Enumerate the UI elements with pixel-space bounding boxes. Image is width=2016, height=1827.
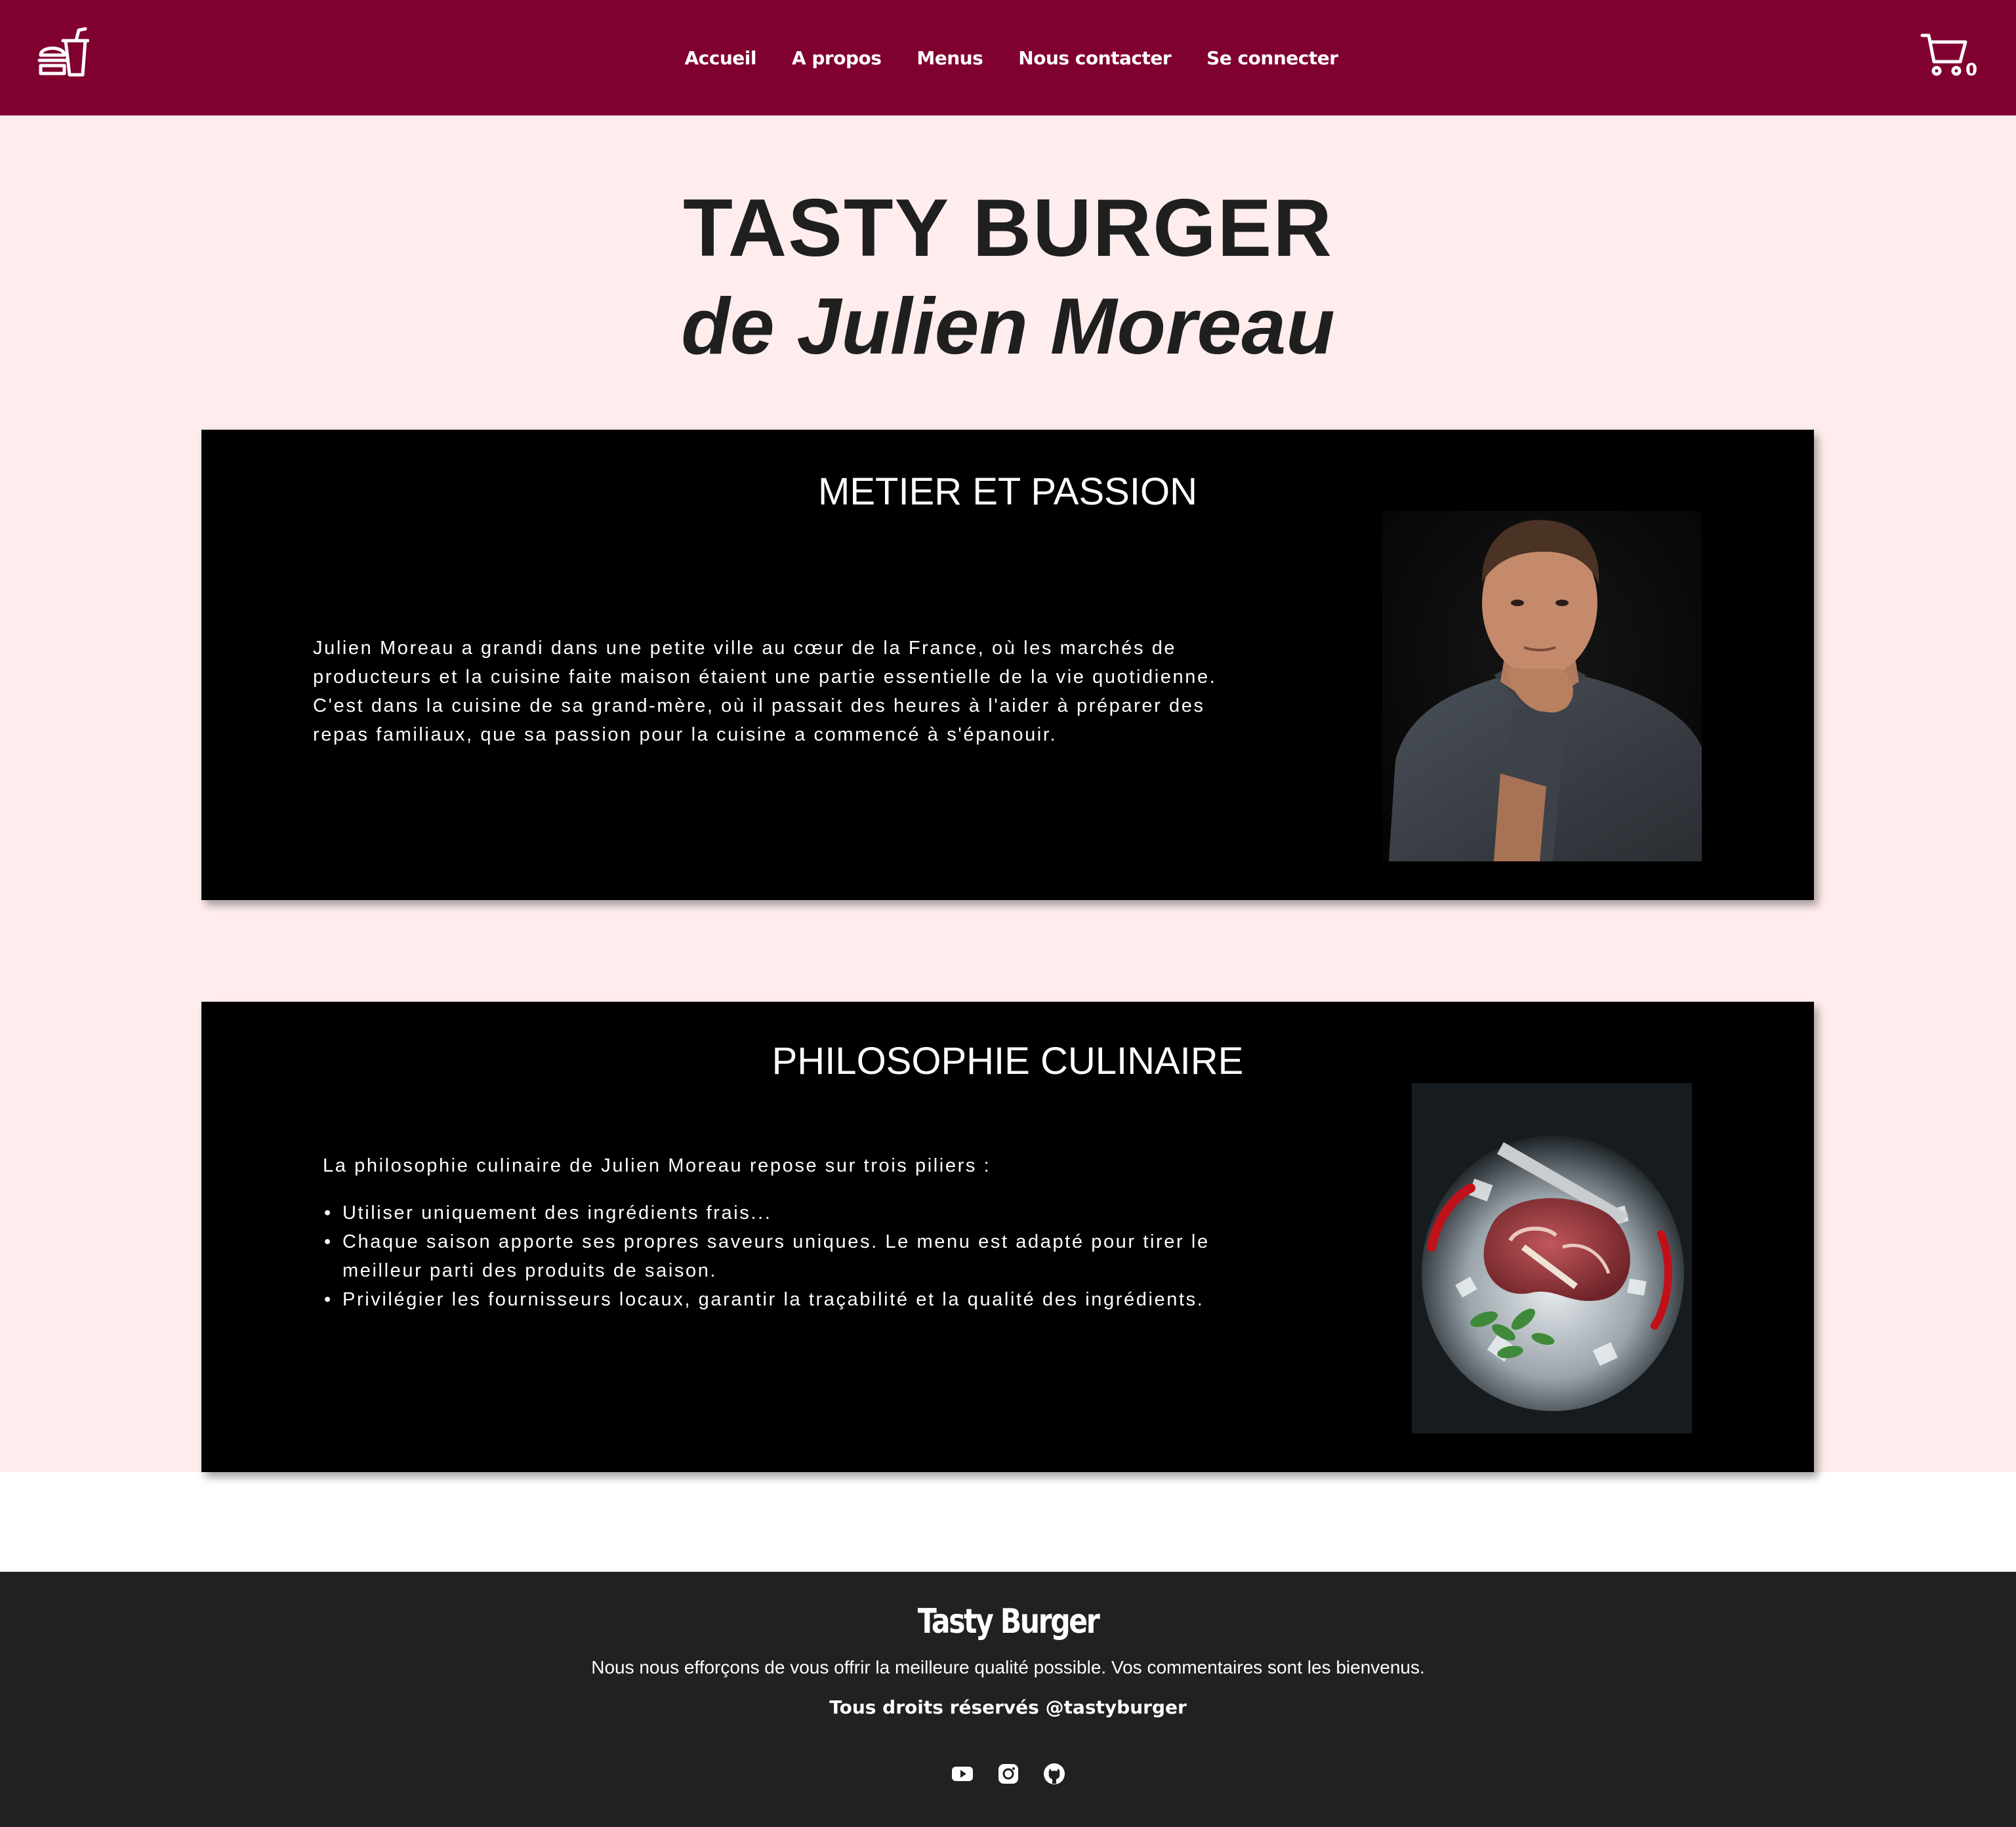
footer-copyright: Tous droits réservés @tastyburger (829, 1696, 1187, 1718)
github-icon[interactable] (1042, 1762, 1066, 1786)
steak-image (1412, 1083, 1692, 1433)
instagram-icon[interactable] (997, 1762, 1020, 1786)
pillars-list: Utiliser uniquement des ingrédients frai… (323, 1199, 1245, 1314)
section-title: PHILOSOPHIE CULINAIRE (771, 1040, 1244, 1082)
main-content: TASTY BURGER de Julien Moreau METIER ET … (0, 115, 2016, 1472)
page-title: TASTY BURGER (683, 183, 1333, 274)
list-item: Privilégier les fournisseurs locaux, gar… (324, 1285, 1245, 1314)
section-title: METIER ET PASSION (818, 470, 1197, 513)
footer-brand: Tasty Burger (917, 1602, 1100, 1641)
section-metier-passion: METIER ET PASSION Julien Moreau a grandi… (201, 430, 1814, 900)
section-intro: La philosophie culinaire de Julien Morea… (323, 1155, 991, 1176)
youtube-icon[interactable] (951, 1762, 974, 1786)
list-item: Utiliser uniquement des ingrédients frai… (324, 1199, 1245, 1227)
page-subtitle: de Julien Moreau (681, 281, 1335, 371)
nav-link-a-propos[interactable]: A propos (792, 47, 882, 69)
cart-icon[interactable] (1920, 31, 1968, 80)
section-body: La philosophie culinaire de Julien Morea… (323, 1151, 1245, 1314)
nav-link-menus[interactable]: Menus (916, 47, 983, 69)
section-text: Julien Moreau a grandi dans une petite v… (313, 638, 1217, 745)
footer: Tasty Burger Nous nous efforçons de vous… (0, 1572, 2016, 1827)
nav-link-se-connecter[interactable]: Se connecter (1206, 47, 1338, 69)
navbar: Accueil A propos Menus Nous contacter Se… (0, 0, 2016, 115)
list-item: Chaque saison apporte ses propres saveur… (324, 1227, 1245, 1285)
nav-link-accueil[interactable]: Accueil (684, 47, 756, 69)
chef-portrait-image (1382, 511, 1702, 861)
nav-link-nous-contacter[interactable]: Nous contacter (1018, 47, 1171, 69)
main-nav: Accueil A propos Menus Nous contacter Se… (0, 0, 2016, 115)
section-philosophie-culinaire: PHILOSOPHIE CULINAIRE La philosophie cul… (201, 1002, 1814, 1472)
cart-count: 0 (1965, 60, 1978, 80)
footer-tagline: Nous nous efforçons de vous offrir la me… (591, 1657, 1425, 1677)
social-links (0, 1762, 2016, 1786)
